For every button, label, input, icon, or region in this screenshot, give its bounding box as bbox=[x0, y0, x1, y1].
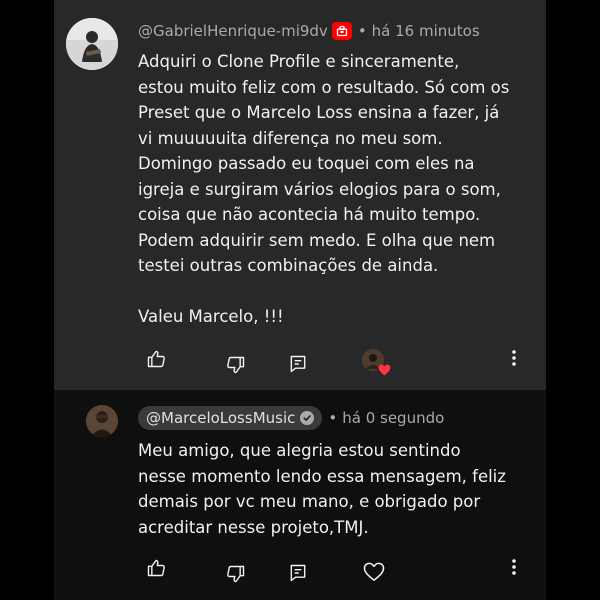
member-badge-icon bbox=[331, 22, 352, 40]
thumbs-down-icon[interactable] bbox=[226, 355, 246, 375]
more-vert-icon[interactable] bbox=[507, 557, 521, 577]
more-vert-icon[interactable] bbox=[507, 348, 521, 368]
comment-header: @GabrielHenrique-mi9dv • há 16 minutos bbox=[138, 20, 480, 42]
reply-author-avatar[interactable] bbox=[86, 405, 118, 437]
reply-text: Meu amigo, que alegria estou sentindo ne… bbox=[138, 441, 506, 537]
commenter-avatar[interactable] bbox=[66, 18, 118, 70]
separator-dot: • bbox=[357, 22, 367, 40]
thumbs-down-icon[interactable] bbox=[226, 564, 246, 584]
comment-author[interactable]: @GabrielHenrique-mi9dv bbox=[138, 22, 328, 40]
reply-timestamp: há 0 segundo bbox=[342, 409, 445, 427]
heart-outline-icon[interactable] bbox=[363, 562, 385, 582]
reply-author: @MarceloLossMusic bbox=[146, 409, 296, 427]
separator-dot: • bbox=[328, 409, 338, 427]
verified-check-icon bbox=[300, 411, 315, 425]
creator-heart-avatar bbox=[362, 349, 391, 376]
comment-text: Adquiri o Clone Profile e sinceramente, … bbox=[138, 52, 510, 326]
thumbs-up-icon[interactable] bbox=[146, 349, 166, 369]
reply-icon[interactable] bbox=[288, 354, 308, 374]
reply-header: @MarceloLossMusic • há 0 segundo bbox=[138, 406, 444, 430]
reply-icon[interactable] bbox=[288, 563, 308, 583]
heart-icon bbox=[378, 364, 391, 376]
comment-timestamp: há 16 minutos bbox=[371, 22, 480, 40]
thumbs-up-icon[interactable] bbox=[146, 558, 166, 578]
creator-author-pill[interactable]: @MarceloLossMusic bbox=[138, 406, 323, 430]
